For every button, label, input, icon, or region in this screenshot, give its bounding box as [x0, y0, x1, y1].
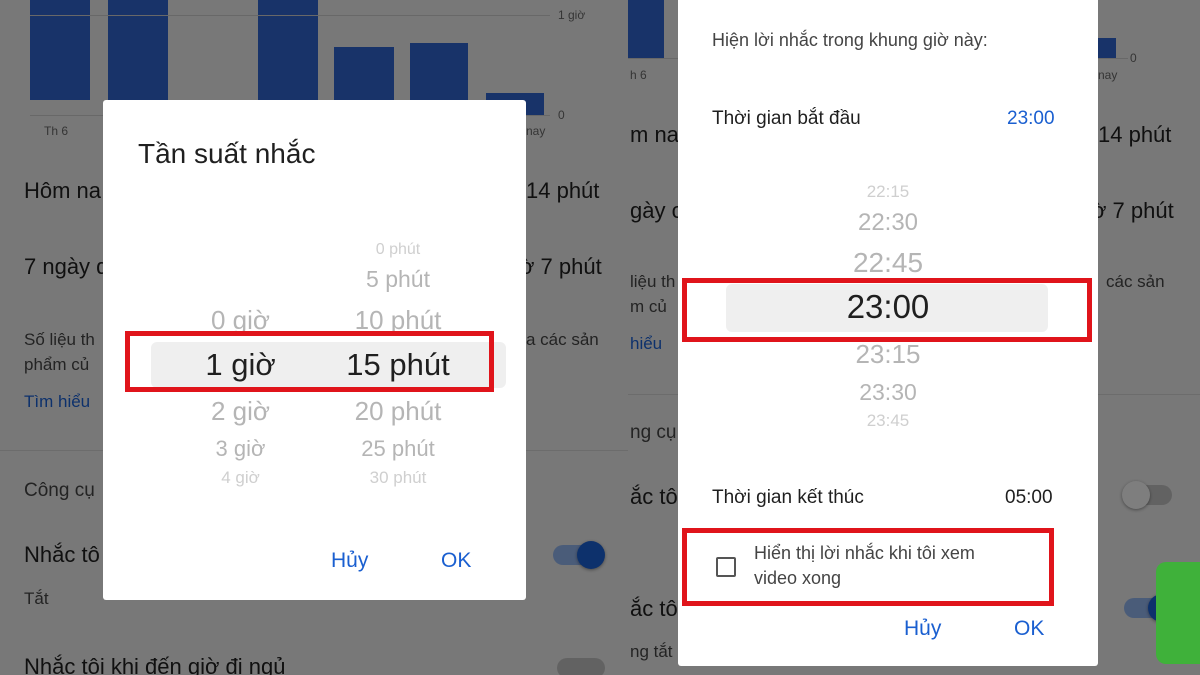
picker-item-time[interactable]: 23:15 — [788, 339, 988, 370]
left-screen: 1 giờ 0 Th 6 nay Hôm na 14 phút 7 ngày q… — [0, 0, 628, 675]
dialog-title: Tần suất nhắc — [138, 138, 316, 169]
highlight-annotation — [682, 528, 1054, 606]
picker-item-minute[interactable]: 20 phút — [323, 396, 473, 427]
picker-item-time[interactable]: 23:30 — [788, 379, 988, 406]
right-screen: 0 h 6 nay m na 14 phút gày c ờ 7 phút li… — [628, 0, 1200, 675]
picker-item-time[interactable]: 23:45 — [788, 411, 988, 431]
picker-item-hour[interactable]: 2 giờ — [183, 396, 298, 427]
cancel-button[interactable]: Hủy — [904, 617, 941, 641]
picker-item-hour[interactable]: 4 giờ — [183, 468, 298, 488]
end-time-label: Thời gian kết thúc — [712, 487, 864, 508]
picker-item-minute[interactable]: 30 phút — [323, 468, 473, 488]
highlight-annotation — [682, 278, 1092, 342]
highlight-annotation — [125, 331, 494, 392]
dialog-subtitle: Hiện lời nhắc trong khung giờ này: — [712, 30, 988, 50]
picker-item-minute[interactable]: 5 phút — [323, 266, 473, 293]
picker-item-time[interactable]: 22:45 — [788, 247, 988, 279]
picker-item-time[interactable]: 22:15 — [788, 182, 988, 202]
ok-button[interactable]: OK — [1014, 617, 1044, 641]
picker-item-time[interactable]: 22:30 — [788, 209, 988, 237]
green-edge-element — [1156, 562, 1200, 664]
picker-item-hour[interactable]: 3 giờ — [183, 436, 298, 462]
ok-button[interactable]: OK — [441, 549, 471, 573]
start-time-label: Thời gian bắt đầu — [712, 108, 861, 129]
end-time-value[interactable]: 05:00 — [1005, 487, 1053, 509]
picker-item-minute[interactable]: 25 phút — [323, 436, 473, 462]
start-time-value[interactable]: 23:00 — [1007, 108, 1055, 130]
cancel-button[interactable]: Hủy — [331, 549, 368, 573]
picker-item-minute[interactable]: 0 phút — [323, 241, 473, 259]
